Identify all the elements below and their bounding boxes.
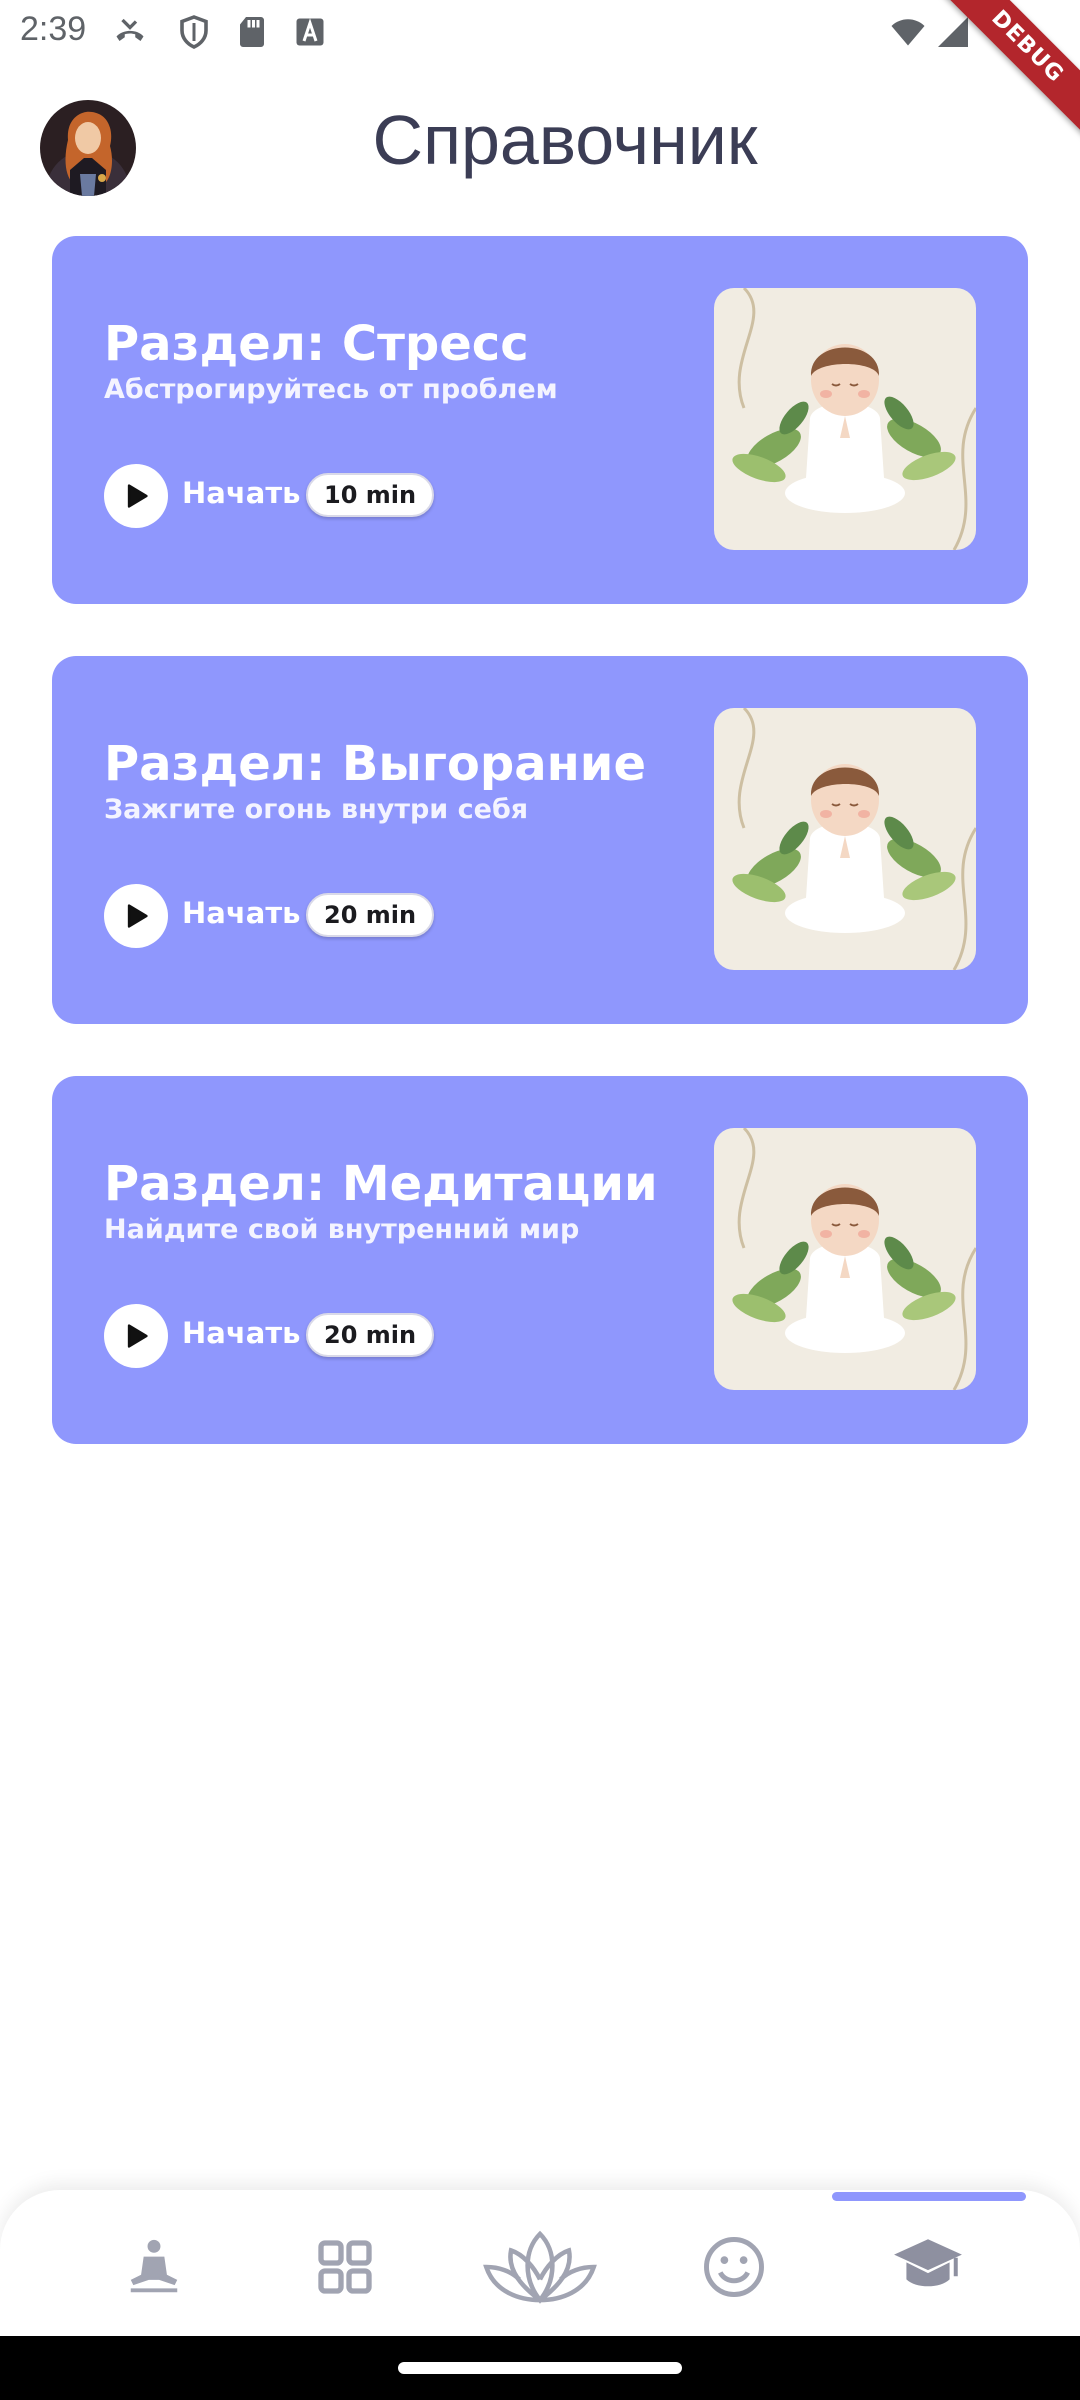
play-button[interactable] — [104, 464, 168, 528]
play-icon — [127, 1324, 148, 1348]
meditating-child-illustration — [714, 288, 976, 550]
wifi-icon — [888, 14, 928, 50]
smiley-icon — [704, 2237, 764, 2297]
nav-grid-icon[interactable] — [295, 2222, 395, 2312]
active-tab-indicator — [832, 2192, 1026, 2201]
card-title: Раздел: Медитации — [104, 1156, 658, 1212]
card-subtitle: Найдите свой внутренний мир — [104, 1214, 580, 1245]
card-subtitle: Зажгите огонь внутри себя — [104, 794, 529, 825]
graduation-cap-icon — [894, 2239, 962, 2287]
nav-smiley-icon[interactable] — [684, 2222, 784, 2312]
play-button[interactable] — [104, 1304, 168, 1368]
home-handle[interactable] — [398, 2362, 682, 2374]
nav-graduation-cap-icon[interactable] — [878, 2222, 978, 2312]
start-button-label[interactable]: Начать — [182, 476, 300, 510]
card-title: Раздел: Стресс — [104, 316, 529, 372]
play-icon — [127, 904, 148, 928]
meditating-child-illustration — [714, 708, 976, 970]
status-time: 2:39 — [20, 10, 87, 48]
signal-icon — [934, 14, 972, 50]
grid-icon — [318, 2240, 372, 2294]
section-card-burnout[interactable]: Раздел: Выгорание Зажгите огонь внутри с… — [52, 656, 1028, 1024]
section-card-stress[interactable]: Раздел: Стресс Абстрогируйтесь от пробле… — [52, 236, 1028, 604]
card-subtitle: Абстрогируйтесь от проблем — [104, 374, 558, 405]
sd-card-icon — [234, 14, 270, 50]
nav-lotus-icon[interactable] — [470, 2222, 610, 2312]
missed-call-icon — [112, 14, 148, 50]
nav-meditation-person-icon[interactable] — [104, 2222, 204, 2312]
play-button[interactable] — [104, 884, 168, 948]
duration-badge: 20 min — [306, 1313, 435, 1357]
meditating-child-illustration — [714, 1128, 976, 1390]
card-title: Раздел: Выгорание — [104, 736, 646, 792]
start-button-label[interactable]: Начать — [182, 896, 300, 930]
section-card-meditation[interactable]: Раздел: Медитации Найдите свой внутренни… — [52, 1076, 1028, 1444]
status-bar: 2:39 — [0, 0, 1080, 64]
font-a-icon — [292, 14, 328, 50]
play-icon — [127, 484, 148, 508]
page-title: Справочник — [372, 101, 758, 179]
start-button-label[interactable]: Начать — [182, 1316, 300, 1350]
shield-icon — [176, 14, 212, 50]
duration-badge: 10 min — [306, 473, 435, 517]
duration-badge: 20 min — [306, 893, 435, 937]
lotus-icon — [483, 2230, 597, 2304]
meditation-person-icon — [130, 2239, 178, 2293]
